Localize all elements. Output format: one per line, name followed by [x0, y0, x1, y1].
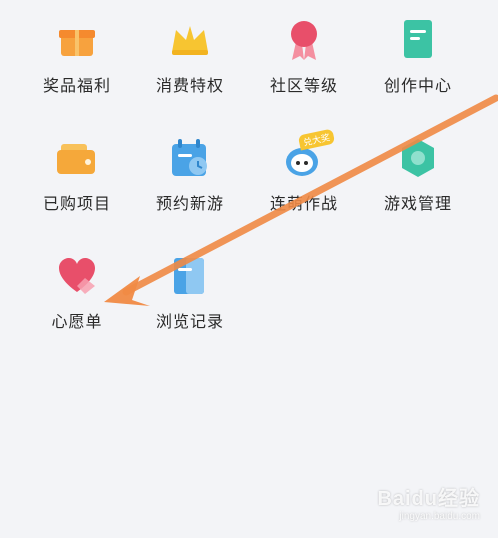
menu-item-creation-center[interactable]: 创作中心 — [363, 0, 473, 100]
menu-item-label: 已购项目 — [42, 194, 111, 213]
menu-item-reserve-games[interactable]: 预约新游 — [135, 118, 245, 218]
menu-item-label: 奖品福利 — [42, 76, 111, 95]
menu-item-community-level[interactable]: 社区等级 — [249, 0, 359, 100]
menu-item-label: 浏览记录 — [155, 312, 224, 331]
watermark-url: jingyan.baidu.com — [399, 511, 480, 522]
history-icon — [174, 258, 204, 294]
wallet-icon — [57, 144, 95, 174]
menu-item-label: 游戏管理 — [383, 194, 452, 213]
menu-item-label: 社区等级 — [269, 76, 338, 95]
menu-item-label: 消费特权 — [155, 76, 224, 95]
calendar-icon — [172, 139, 207, 176]
menu-item-label: 预约新游 — [155, 194, 224, 213]
hexagon-icon — [402, 139, 434, 177]
heart-icon — [59, 258, 95, 294]
menu-item-team-battle[interactable]: 兑大奖 连萌作战 — [249, 118, 359, 218]
menu-item-purchased[interactable]: 已购项目 — [22, 118, 132, 218]
menu-item-label: 创作中心 — [383, 76, 452, 95]
menu-item-privileges[interactable]: 消费特权 — [135, 0, 245, 100]
note-icon — [404, 20, 432, 58]
gift-icon — [59, 30, 95, 56]
menu-item-label: 连萌作战 — [269, 194, 338, 213]
watermark-logo-text: Baidu经验 — [377, 488, 480, 510]
menu-item-label: 心愿单 — [51, 312, 103, 331]
watermark: Baidu经验 jingyan.baidu.com — [377, 482, 480, 522]
menu-item-game-management[interactable]: 游戏管理 — [363, 118, 473, 218]
menu-item-wishlist[interactable]: 心愿单 — [22, 236, 132, 336]
menu-item-prizes[interactable]: 奖品福利 — [22, 0, 132, 100]
medal-icon — [291, 21, 317, 60]
crown-icon — [172, 26, 208, 55]
menu-item-browse-history[interactable]: 浏览记录 — [135, 236, 245, 336]
